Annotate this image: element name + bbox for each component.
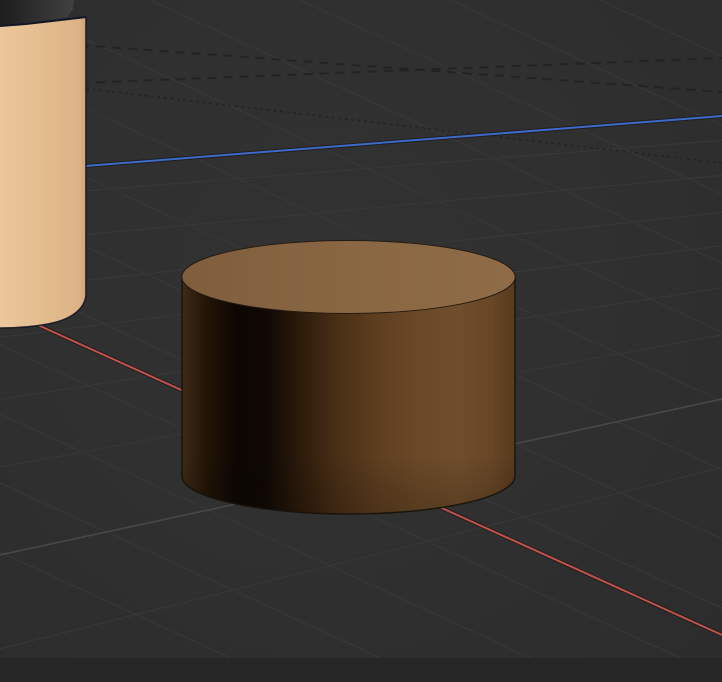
brown-cylinder-top-face[interactable] bbox=[182, 241, 515, 314]
bottom-band bbox=[0, 658, 722, 682]
viewport[interactable] bbox=[0, 0, 722, 682]
brown-cylinder-object[interactable] bbox=[182, 241, 515, 515]
tan-cylinder-object[interactable] bbox=[0, 17, 86, 328]
viewport-canvas[interactable] bbox=[0, 0, 722, 682]
relationship-lines bbox=[80, 45, 722, 163]
